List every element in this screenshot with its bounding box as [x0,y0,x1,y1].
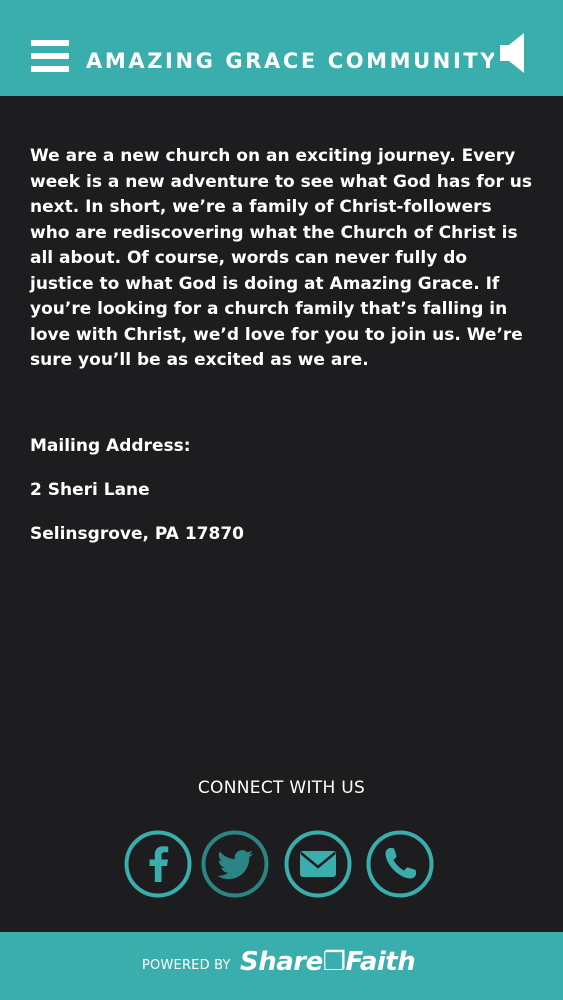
mailing-address-label: Mailing Address: [30,436,191,456]
address-line-1: 2 Sheri Lane [30,480,150,500]
speaker-icon[interactable] [500,33,526,73]
twitter-icon[interactable] [201,830,269,898]
header-title-container: AMAZING GRACE COMMUNITY C [86,45,494,79]
sharefaith-logo[interactable]: Share❐Faith [240,947,416,977]
app-header: AMAZING GRACE COMMUNITY C [0,0,563,96]
intro-paragraph: We are a new church on an exciting journ… [30,146,532,370]
page-title: AMAZING GRACE COMMUNITY C [86,49,494,73]
phone-icon[interactable] [366,830,434,898]
facebook-icon[interactable] [124,830,192,898]
powered-by-text: POWERED BY [142,958,231,973]
hamburger-menu-icon[interactable] [31,40,69,72]
connect-heading: CONNECT WITH US [197,778,366,798]
email-icon[interactable] [284,830,352,898]
address-line-2: Selinsgrove, PA 17870 [30,524,244,544]
